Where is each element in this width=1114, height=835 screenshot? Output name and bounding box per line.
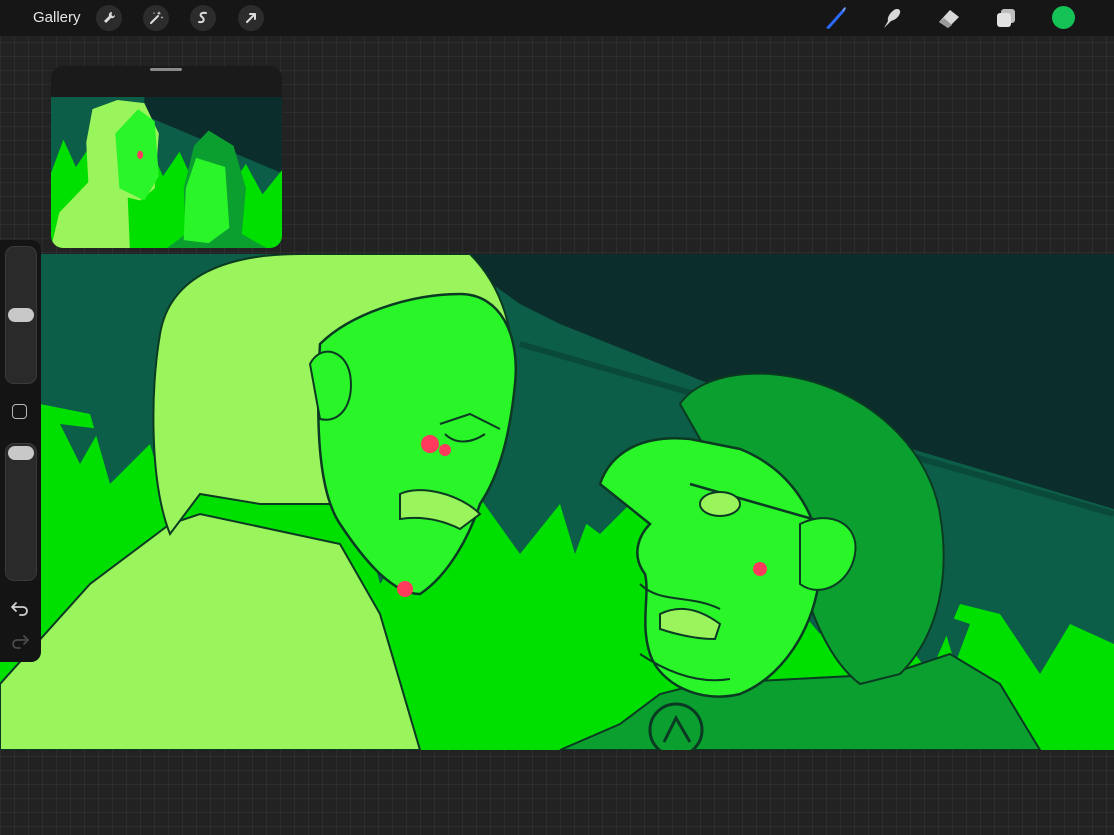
magic-wand-icon[interactable] — [143, 5, 169, 31]
drag-handle[interactable] — [150, 68, 182, 71]
selection-icon[interactable] — [190, 5, 216, 31]
left-sidebar — [0, 240, 41, 662]
reference-thumbnail — [51, 97, 282, 248]
smudge-icon[interactable] — [879, 5, 905, 31]
gallery-button[interactable]: Gallery — [33, 9, 81, 26]
color-picker-button[interactable] — [1052, 6, 1075, 29]
wrench-icon[interactable] — [96, 5, 122, 31]
redo-icon[interactable] — [10, 633, 30, 649]
undo-icon[interactable] — [10, 600, 30, 616]
brush-icon[interactable] — [822, 5, 848, 31]
eraser-icon[interactable] — [936, 5, 962, 31]
brush-size-knob[interactable] — [8, 308, 34, 322]
modify-button[interactable] — [12, 404, 27, 419]
drawing-canvas[interactable] — [0, 254, 1114, 750]
layers-icon[interactable] — [993, 5, 1019, 31]
brush-size-slider[interactable] — [5, 246, 37, 384]
opacity-slider[interactable] — [5, 443, 37, 581]
top-toolbar: Gallery — [0, 0, 1114, 36]
opacity-knob[interactable] — [8, 446, 34, 460]
transform-arrow-icon[interactable] — [238, 5, 264, 31]
reference-panel[interactable] — [51, 66, 282, 248]
